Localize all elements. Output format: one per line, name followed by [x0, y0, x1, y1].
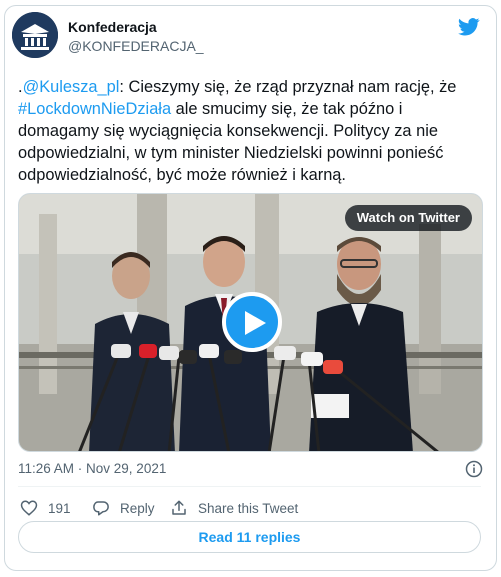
share-icon: [172, 500, 186, 515]
like-count: 191: [48, 500, 71, 516]
watch-on-twitter-button[interactable]: Watch on Twitter: [344, 205, 472, 231]
author-name[interactable]: Konfederacja: [68, 19, 157, 35]
video-player[interactable]: Watch on Twitter: [18, 193, 483, 452]
play-button[interactable]: [222, 292, 282, 352]
tweet-actions: 191 Reply Share this Tweet: [18, 497, 481, 519]
read-replies-button[interactable]: Read 11 replies: [18, 521, 481, 553]
konfederacja-logo-icon: [12, 12, 58, 58]
heart-icon: [20, 500, 38, 516]
tweet-text: .@Kulesza_pl: Cieszymy się, że rząd przy…: [18, 76, 480, 186]
avatar[interactable]: [12, 12, 58, 58]
info-icon[interactable]: [465, 460, 483, 478]
twitter-bird-icon[interactable]: [458, 18, 480, 36]
share-button[interactable]: Share this Tweet: [170, 497, 298, 519]
reply-bubble-icon: [93, 501, 109, 516]
play-icon: [245, 311, 266, 335]
share-label: Share this Tweet: [198, 500, 299, 516]
hashtag-link[interactable]: #LockdownNieDziała: [18, 100, 171, 118]
divider: [18, 486, 481, 487]
like-button[interactable]: 191: [20, 497, 71, 519]
tweet-timestamp[interactable]: 11:26 AM · Nov 29, 2021: [18, 461, 166, 476]
author-handle[interactable]: @KONFEDERACJA_: [68, 38, 204, 54]
tweet-header: Konfederacja @KONFEDERACJA_: [12, 12, 480, 60]
reply-label: Reply: [120, 500, 155, 516]
tweet-text-part1: : Cieszymy się, że rząd przyznał nam rac…: [119, 78, 457, 96]
reply-button[interactable]: Reply: [92, 497, 155, 519]
mention-link[interactable]: @Kulesza_pl: [23, 78, 120, 96]
